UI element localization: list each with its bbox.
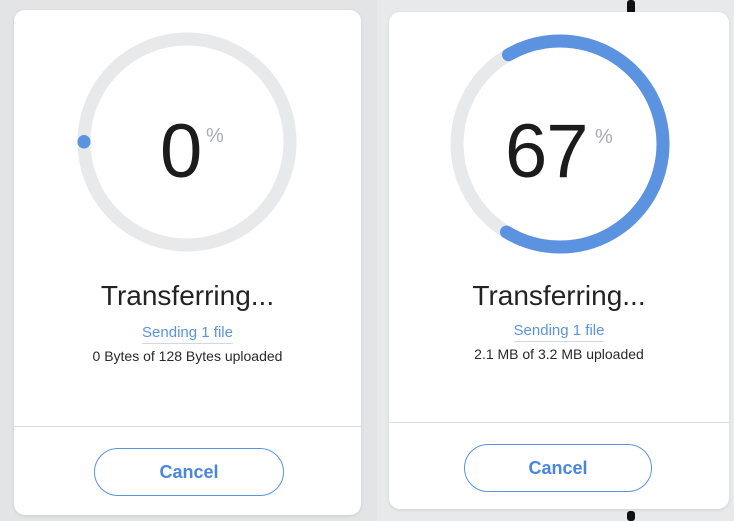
footer-divider xyxy=(14,426,361,427)
cancel-button[interactable]: Cancel xyxy=(464,444,652,492)
upload-status: 0 Bytes of 128 Bytes uploaded xyxy=(92,348,283,364)
sending-link[interactable]: Sending 1 file xyxy=(14,324,361,344)
sending-link[interactable]: Sending 1 file xyxy=(389,322,729,342)
transfer-title: Transferring... xyxy=(472,280,646,311)
sending-link-label[interactable]: Sending 1 file xyxy=(142,324,233,344)
upload-status: 2.1 MB of 3.2 MB uploaded xyxy=(474,346,644,362)
percent-sign: % xyxy=(595,126,613,148)
percent-value: 67 xyxy=(505,109,589,194)
percent-sign: % xyxy=(206,125,224,147)
transfer-title: Transferring... xyxy=(100,280,275,311)
background-dark-strip-bottom xyxy=(627,511,635,521)
transfer-dialog-1: 0 % Transferring... Sending 1 file 0 Byt… xyxy=(14,10,361,515)
cancel-button[interactable]: Cancel xyxy=(94,448,284,496)
sending-link-label[interactable]: Sending 1 file xyxy=(513,322,605,342)
footer-divider xyxy=(389,422,729,423)
transfer-dialog-2: 67 % Transferring... Sending 1 file 2.1 … xyxy=(389,12,729,509)
percent-value: 0 xyxy=(160,109,202,194)
